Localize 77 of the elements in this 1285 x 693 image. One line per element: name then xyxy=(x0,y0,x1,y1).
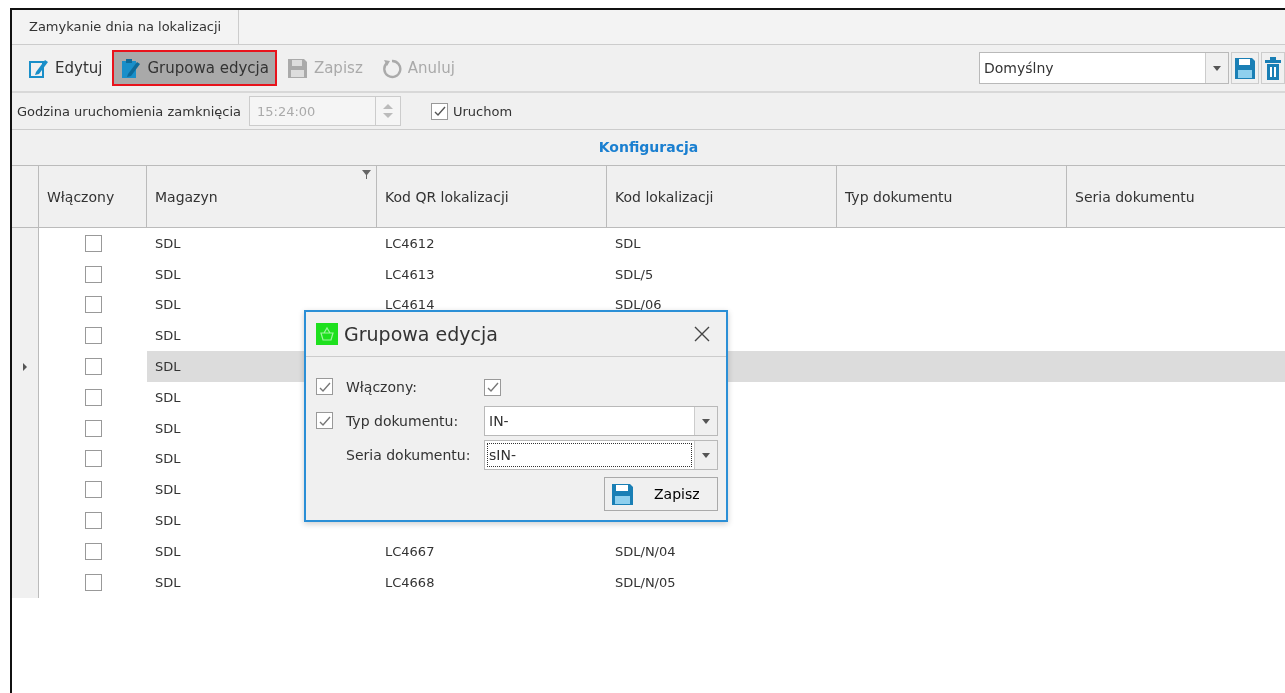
column-header[interactable]: Kod QR lokalizacji xyxy=(377,166,607,227)
row-indicator-icon xyxy=(23,362,27,371)
table-cell: SDL xyxy=(155,543,181,559)
checkbox[interactable] xyxy=(84,450,102,468)
table-cell: SDL xyxy=(155,389,181,405)
checkbox[interactable] xyxy=(431,102,448,120)
trash-icon xyxy=(1264,56,1282,80)
checkbox[interactable] xyxy=(84,481,102,499)
spinner-arrows-icon xyxy=(383,104,393,118)
toolbar-button[interactable]: Edytuj xyxy=(20,50,111,86)
checkmark-icon xyxy=(485,381,500,393)
table-cell: SDL xyxy=(155,482,181,498)
dropdown-arrow-icon xyxy=(702,418,710,424)
undo-icon xyxy=(380,57,402,79)
table-cell: SDL/06 xyxy=(615,297,662,313)
table-cell: SDL xyxy=(615,235,641,251)
table-cell: LC4612 xyxy=(385,235,435,251)
checkbox[interactable] xyxy=(84,358,102,376)
table-cell: SDL xyxy=(155,451,181,467)
column-header[interactable]: Seria dokumentu xyxy=(1067,166,1285,227)
checkbox[interactable] xyxy=(84,388,102,406)
save-button[interactable]: Zapisz xyxy=(604,477,718,511)
field-label: Typ dokumentu: xyxy=(346,413,460,429)
delete-layout-button[interactable] xyxy=(1261,52,1285,84)
table-cell: LC4614 xyxy=(385,297,435,313)
basket-icon xyxy=(316,323,338,345)
column-header[interactable]: Włączony xyxy=(39,166,147,227)
checkbox[interactable] xyxy=(84,265,102,283)
toolbar-button[interactable]: Grupowa edycja xyxy=(112,50,277,86)
checkbox[interactable] xyxy=(84,512,102,530)
checkmark-icon xyxy=(317,414,332,427)
table-cell: SDL/N/04 xyxy=(615,543,676,559)
table-cell: SDL xyxy=(155,574,181,590)
checkbox[interactable] xyxy=(484,378,501,396)
field-label: Włączony: xyxy=(346,379,418,395)
checkmark-icon xyxy=(432,105,447,117)
pencil-icon xyxy=(28,57,49,79)
dropdown-field[interactable]: IN- xyxy=(484,406,718,436)
table-cell: SDL/5 xyxy=(615,266,654,282)
checkmark-icon xyxy=(317,380,332,393)
checkbox[interactable] xyxy=(84,327,102,345)
checkbox[interactable] xyxy=(84,234,102,252)
column-header[interactable]: Kod lokalizacji xyxy=(607,166,837,227)
checkbox[interactable] xyxy=(84,296,102,314)
row-header-cell[interactable] xyxy=(12,566,39,598)
dropdown-arrow-icon xyxy=(702,452,710,458)
table-cell: SDL xyxy=(155,420,181,436)
table-cell: LC4613 xyxy=(385,266,435,282)
table-cell: SDL/N/05 xyxy=(615,574,676,590)
checkbox[interactable] xyxy=(316,412,333,430)
filter-icon xyxy=(362,170,371,179)
table-cell: SDL xyxy=(155,297,181,313)
table-cell: LC4667 xyxy=(385,543,435,559)
clipboard-icon xyxy=(120,57,142,79)
checkbox[interactable] xyxy=(84,419,102,437)
checkbox[interactable] xyxy=(316,378,333,396)
table-cell: SDL xyxy=(155,359,181,375)
table-cell: SDL xyxy=(155,328,181,344)
checkbox[interactable] xyxy=(84,573,102,591)
row-header-cell[interactable] xyxy=(12,228,39,259)
checkbox-label: Uruchom xyxy=(453,103,513,119)
layout-select[interactable]: Domyślny xyxy=(979,52,1229,84)
close-icon xyxy=(694,326,710,342)
dialog-title: Grupowa edycja xyxy=(344,323,499,345)
column-header[interactable]: Typ dokumentu xyxy=(837,166,1067,227)
table-cell: SDL xyxy=(155,235,181,251)
dropdown-field[interactable]: sIN- xyxy=(484,440,718,470)
dropdown-arrow-icon xyxy=(1213,65,1221,71)
save-layout-button[interactable] xyxy=(1231,52,1259,84)
table-cell: LC4668 xyxy=(385,574,435,590)
group-header: Konfiguracja xyxy=(12,130,1285,166)
table-cell: SDL xyxy=(155,266,181,282)
table-cell: SDL xyxy=(155,513,181,529)
field-label: Seria dokumentu: xyxy=(346,447,472,463)
time-label: Godzina uruchomienia zamknięcia xyxy=(17,103,241,119)
checkbox[interactable] xyxy=(84,542,102,560)
column-header[interactable]: Magazyn xyxy=(147,166,377,227)
